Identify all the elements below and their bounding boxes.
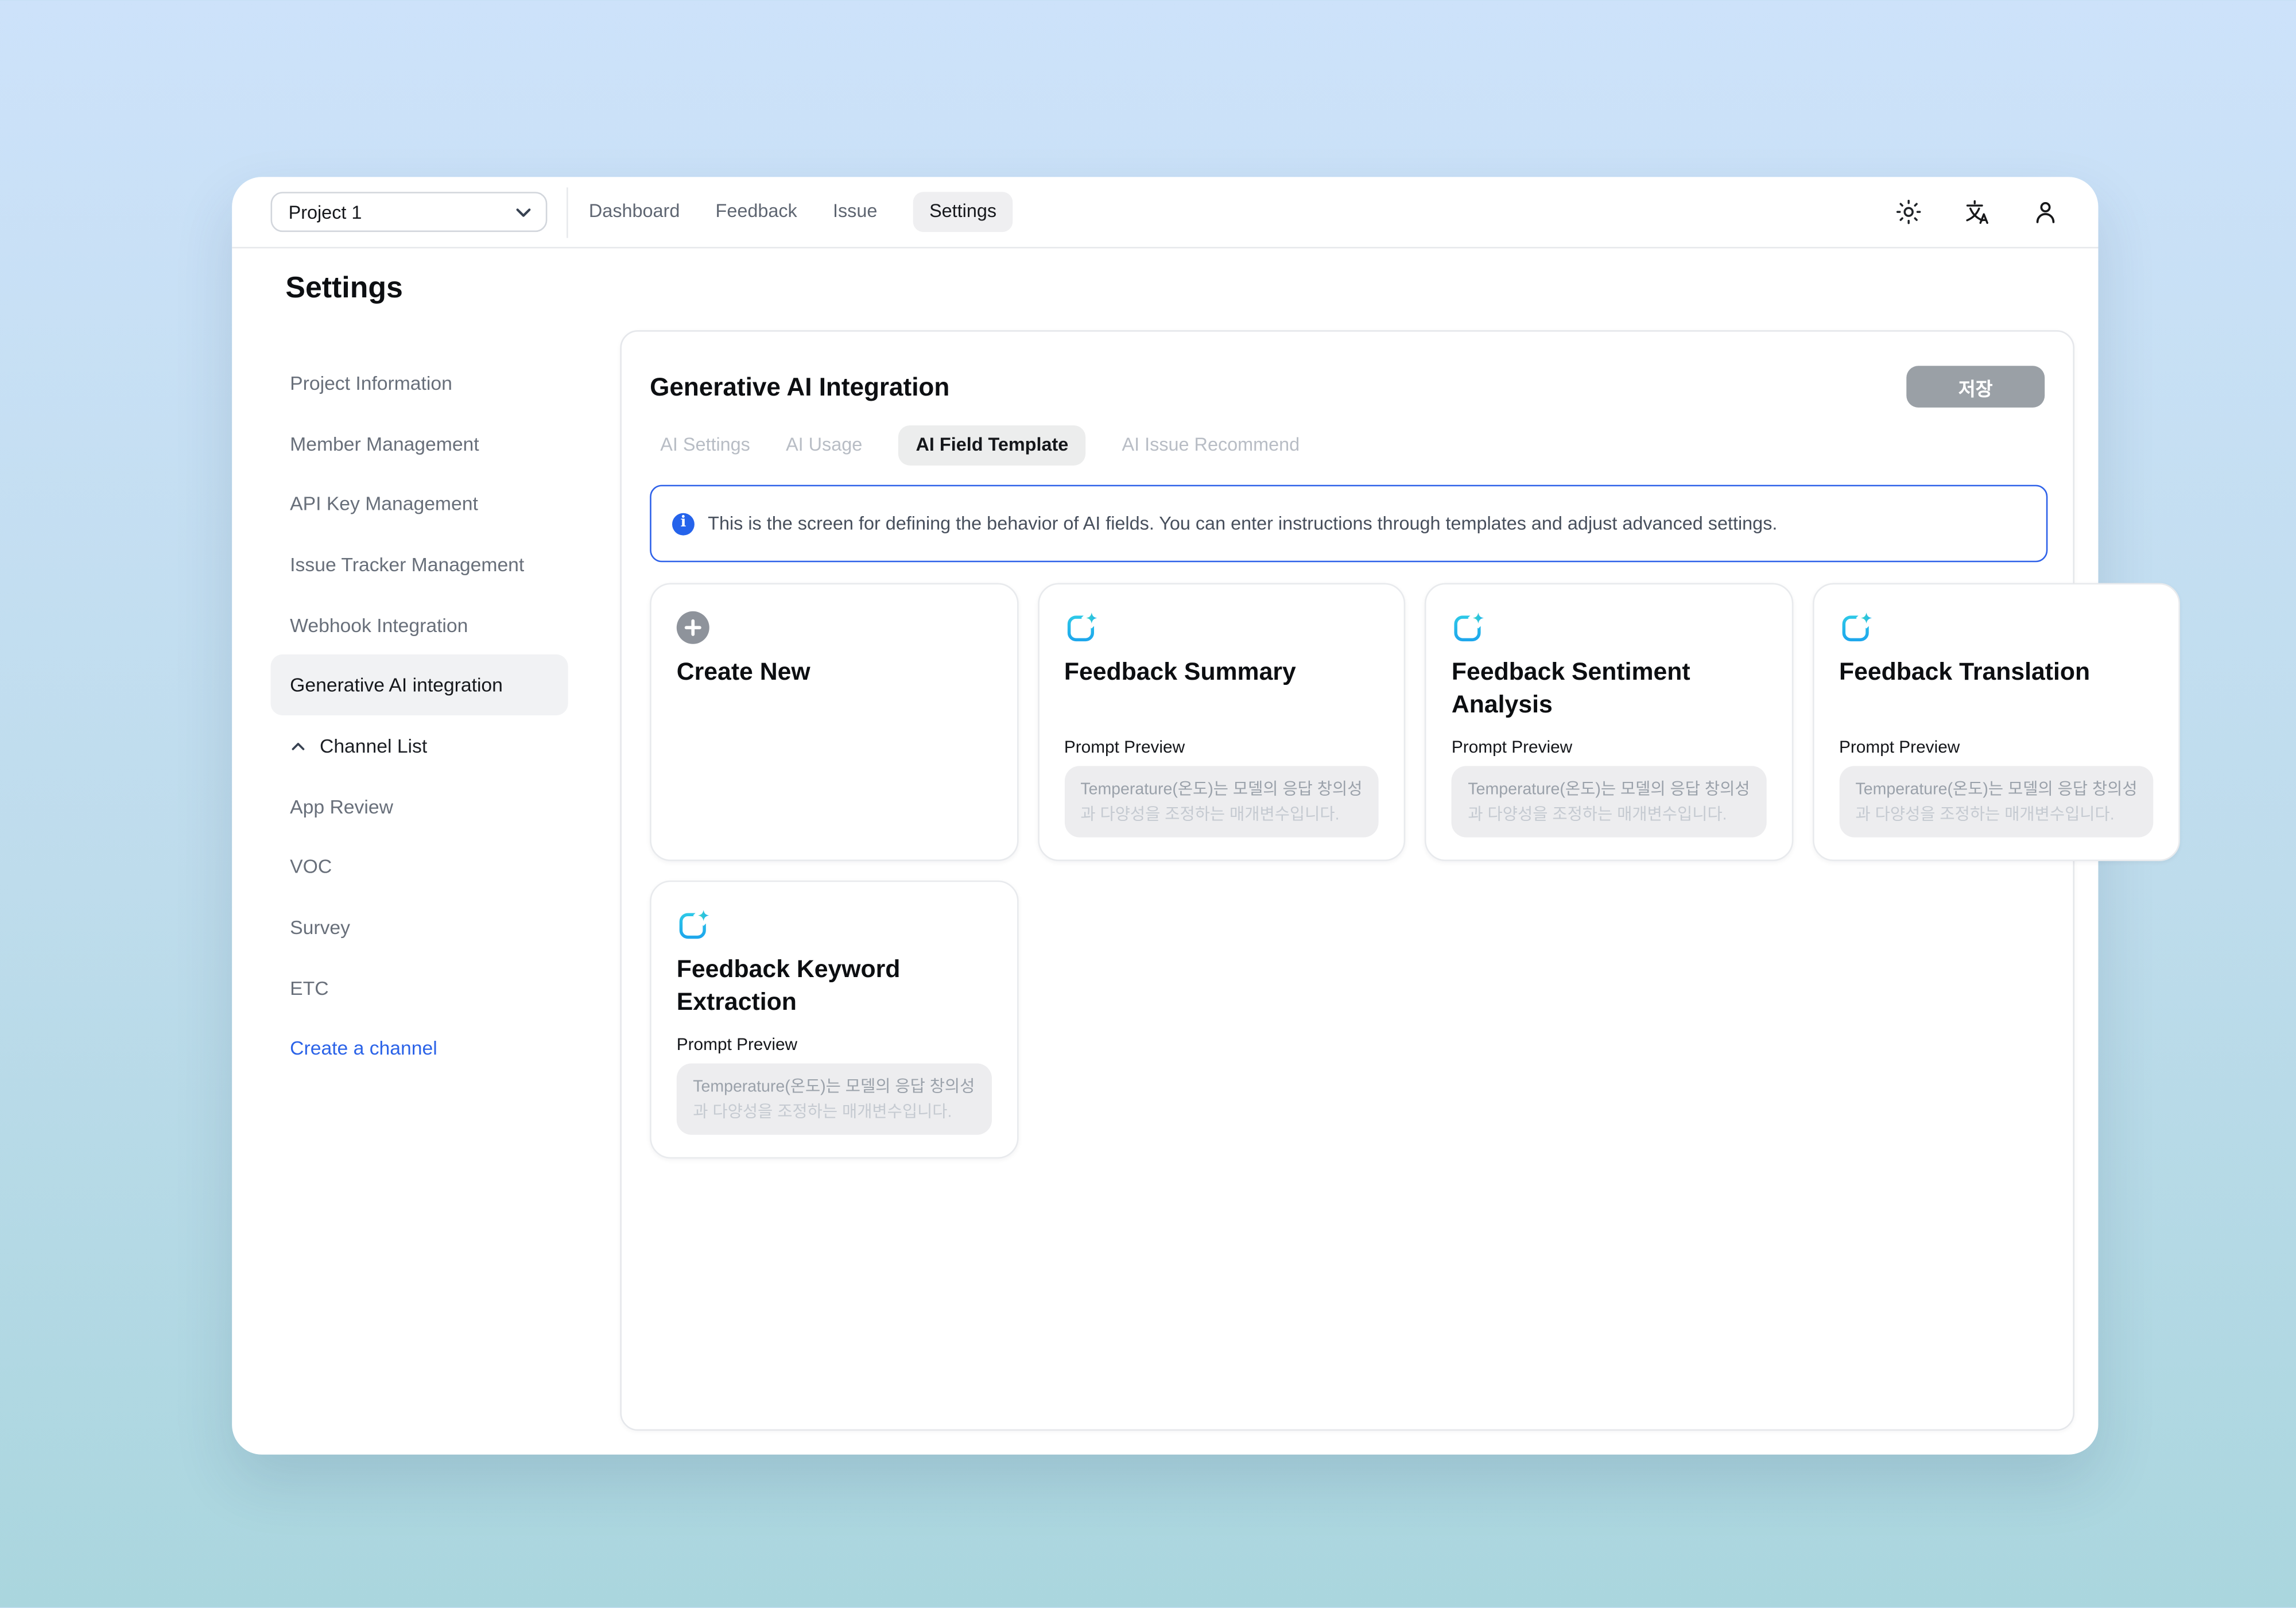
- sidebar-item-voc[interactable]: VOC: [271, 836, 568, 897]
- prompt-preview-label: Prompt Preview: [677, 1037, 991, 1055]
- prompt-preview-label: Prompt Preview: [1064, 739, 1379, 757]
- card-title: Create New: [677, 657, 991, 689]
- sidebar-item-generative-ai-integration[interactable]: Generative AI integration: [271, 655, 568, 715]
- prompt-preview-box: Temperature(온도)는 모델의 응답 창의성 과 다양성을 조정하는 …: [1839, 766, 2154, 837]
- sidebar-item-issue-tracker-management[interactable]: Issue Tracker Management: [271, 534, 568, 594]
- project-selector-value: Project 1: [289, 202, 362, 222]
- prompt-preview-box: Temperature(온도)는 모델의 응답 창의성 과 다양성을 조정하는 …: [1064, 766, 1379, 837]
- panel-title: Generative AI Integration: [650, 373, 949, 403]
- panel-tabs: AI Settings AI Usage AI Field Template A…: [660, 425, 1300, 466]
- prompt-preview-text: Temperature(온도)는 모델의 응답 창의성: [1856, 778, 2138, 803]
- feedback-keyword-extraction-card[interactable]: Feedback Keyword Extraction Prompt Previ…: [650, 881, 1018, 1158]
- sidebar-section-channel-list[interactable]: Channel List: [271, 715, 568, 776]
- sidebar-item-member-management[interactable]: Member Management: [271, 413, 568, 473]
- generative-ai-panel: Generative AI Integration 저장 AI Settings…: [620, 330, 2074, 1431]
- sun-icon[interactable]: [1893, 197, 1923, 227]
- sidebar-item-etc[interactable]: ETC: [271, 958, 568, 1018]
- prompt-preview-text: Temperature(온도)는 모델의 응답 창의성: [1468, 778, 1750, 803]
- topbar-divider: [232, 247, 2098, 249]
- channel-list-label: Channel List: [320, 735, 427, 757]
- create-a-channel-link[interactable]: Create a channel: [271, 1018, 568, 1078]
- card-title: Feedback Sentiment Analysis: [1452, 657, 1766, 721]
- feedback-sentiment-analysis-card[interactable]: Feedback Sentiment Analysis Prompt Previ…: [1425, 583, 1793, 861]
- prompt-preview-section: Prompt Preview Temperature(온도)는 모델의 응답 창…: [677, 1037, 991, 1135]
- nav-item-dashboard[interactable]: Dashboard: [589, 192, 680, 232]
- plus-icon: [677, 611, 709, 644]
- app-window: Project 1 Dashboard Feedback Issue Setti…: [232, 177, 2098, 1454]
- card-title: Feedback Keyword Extraction: [677, 955, 991, 1018]
- page-title: Settings: [285, 272, 402, 307]
- prompt-preview-section: Prompt Preview Temperature(온도)는 모델의 응답 창…: [1064, 739, 1379, 838]
- user-icon[interactable]: [2030, 197, 2060, 227]
- prompt-preview-text: 과 다양성을 조정하는 매개변수입니다.: [1856, 803, 2138, 827]
- sidebar-item-survey[interactable]: Survey: [271, 897, 568, 958]
- ai-template-icon: [677, 907, 712, 943]
- prompt-preview-text: 과 다양성을 조정하는 매개변수입니다.: [1468, 803, 1750, 827]
- ai-template-icon: [1064, 610, 1100, 645]
- topbar-separator: [567, 187, 568, 237]
- info-banner-text: This is the screen for defining the beha…: [708, 513, 1777, 534]
- chevron-down-icon: [516, 207, 531, 216]
- translate-icon[interactable]: [1961, 197, 1991, 227]
- sidebar-item-project-information[interactable]: Project Information: [271, 352, 568, 413]
- ai-template-icon: [1839, 610, 1875, 645]
- project-selector-dropdown[interactable]: Project 1: [271, 192, 548, 232]
- card-title: Feedback Translation: [1839, 657, 2154, 689]
- feedback-translation-card[interactable]: Feedback Translation Prompt Preview Temp…: [1812, 583, 2180, 861]
- sidebar-item-webhook-integration[interactable]: Webhook Integration: [271, 595, 568, 655]
- nav-item-feedback[interactable]: Feedback: [716, 192, 797, 232]
- prompt-preview-section: Prompt Preview Temperature(온도)는 모델의 응답 창…: [1839, 739, 2154, 838]
- save-button[interactable]: 저장: [1906, 366, 2045, 408]
- tab-ai-field-template[interactable]: AI Field Template: [898, 425, 1086, 466]
- prompt-preview-box: Temperature(온도)는 모델의 응답 창의성 과 다양성을 조정하는 …: [1452, 766, 1766, 837]
- info-banner: i This is the screen for defining the be…: [650, 485, 2047, 563]
- feedback-summary-card[interactable]: Feedback Summary Prompt Preview Temperat…: [1037, 583, 1405, 861]
- card-title: Feedback Summary: [1064, 657, 1379, 689]
- prompt-preview-label: Prompt Preview: [1452, 739, 1766, 757]
- prompt-preview-label: Prompt Preview: [1839, 739, 2154, 757]
- settings-sidebar: Project Information Member Management AP…: [271, 352, 568, 1079]
- topbar-actions: [1893, 197, 2060, 227]
- tab-ai-issue-recommend[interactable]: AI Issue Recommend: [1122, 425, 1300, 466]
- nav-item-settings[interactable]: Settings: [913, 192, 1013, 232]
- tab-ai-usage[interactable]: AI Usage: [786, 425, 862, 466]
- prompt-preview-text: 과 다양성을 조정하는 매개변수입니다.: [1080, 803, 1362, 827]
- sidebar-item-api-key-management[interactable]: API Key Management: [271, 474, 568, 534]
- nav-item-issue[interactable]: Issue: [833, 192, 877, 232]
- top-navigation-bar: Project 1 Dashboard Feedback Issue Setti…: [232, 177, 2098, 247]
- desktop-background: Project 1 Dashboard Feedback Issue Setti…: [0, 0, 2296, 1608]
- prompt-preview-text: Temperature(온도)는 모델의 응답 창의성: [693, 1075, 975, 1100]
- sidebar-item-app-review[interactable]: App Review: [271, 776, 568, 836]
- ai-template-icon: [1452, 610, 1487, 645]
- template-card-grid: Create New: [650, 583, 2047, 1159]
- prompt-preview-box: Temperature(온도)는 모델의 응답 창의성 과 다양성을 조정하는 …: [677, 1063, 991, 1134]
- tab-ai-settings[interactable]: AI Settings: [660, 425, 750, 466]
- prompt-preview-section: Prompt Preview Temperature(온도)는 모델의 응답 창…: [1452, 739, 1766, 838]
- create-new-card[interactable]: Create New: [650, 583, 1018, 861]
- chevron-up-icon: [290, 741, 306, 751]
- prompt-preview-text: Temperature(온도)는 모델의 응답 창의성: [1080, 778, 1362, 803]
- info-icon: i: [672, 512, 695, 534]
- main-nav: Dashboard Feedback Issue Settings: [589, 192, 1013, 232]
- prompt-preview-text: 과 다양성을 조정하는 매개변수입니다.: [693, 1100, 975, 1125]
